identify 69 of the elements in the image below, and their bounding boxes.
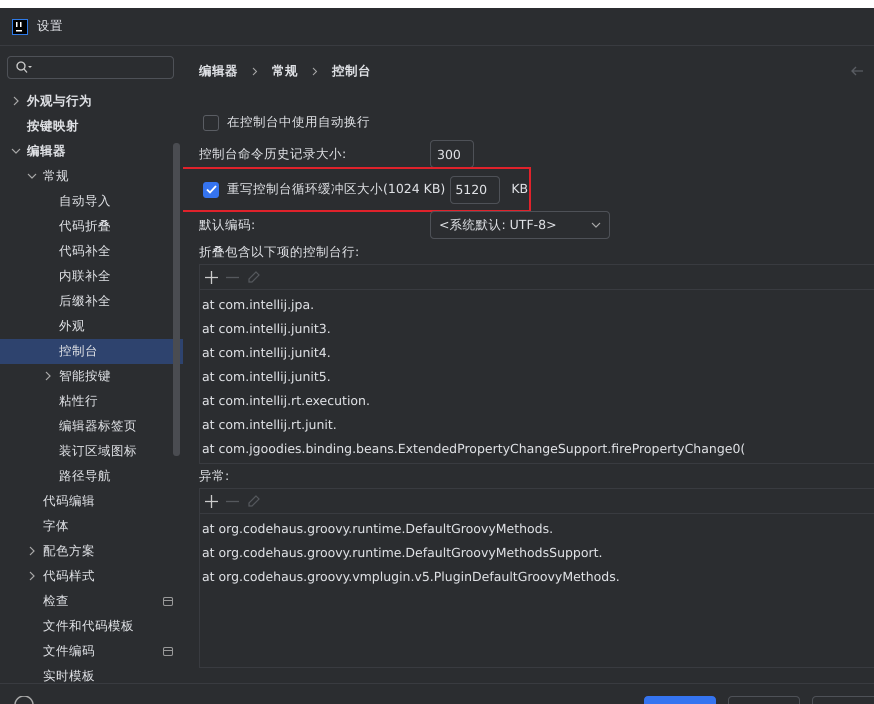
chevron-icon [591, 222, 601, 228]
list-row[interactable]: at org.codehaus.groovy.vmplugin.v5.PluginDefaultGroovyMethods. [200, 565, 874, 589]
list-row[interactable]: at org.codehaus.groovy.runtime.DefaultGroovyMethodsSupport. [200, 541, 874, 565]
edit-icon[interactable] [247, 270, 260, 284]
list-row[interactable]: at com.jgoodies.binding.beans.ExtendedPropertyChangeSupport.firePropertyChange0( [200, 437, 874, 461]
list-row[interactable]: at com.intellij.rt.execution. [200, 389, 874, 413]
list-row[interactable]: at com.intellij.jpa. [200, 293, 874, 317]
tree-item[interactable]: 按键映射 [0, 114, 183, 139]
chevron-icon[interactable] [26, 171, 36, 182]
setting-label: 控制台命令历史记录大小: [199, 144, 348, 163]
checkbox[interactable] [203, 182, 219, 198]
tree-item[interactable]: 代码样式 [0, 564, 183, 589]
breadcrumb-item[interactable]: 常规 [272, 62, 298, 80]
tree-item[interactable]: 检查 [0, 588, 183, 614]
tree-item[interactable]: 代码折叠 [0, 214, 183, 239]
encoding-dropdown[interactable]: <系统默认: UTF-8> [430, 211, 610, 239]
tree-item[interactable]: 字体 [0, 514, 183, 539]
tree-item[interactable]: 实时模板 [0, 664, 183, 683]
number-field[interactable]: 300 [430, 140, 474, 168]
tree-item[interactable]: 外观与行为 [0, 88, 183, 114]
chevron-icon [252, 66, 258, 76]
chevron-icon[interactable] [10, 96, 20, 106]
number-field[interactable]: 5120 [450, 176, 500, 204]
setting-label: 重写控制台循环缓冲区大小(1024 KB) [227, 180, 446, 198]
tree-item[interactable]: 粘性行 [0, 388, 183, 414]
chevron-icon[interactable] [26, 571, 36, 582]
help-icon[interactable] [14, 696, 34, 704]
tree-item[interactable]: 编辑器标签页 [0, 414, 183, 439]
tree-item[interactable]: 控制台 [0, 338, 183, 364]
tree-item[interactable]: 自动导入 [0, 188, 183, 214]
window-title: 设置 [37, 17, 63, 36]
checkbox[interactable] [203, 114, 219, 130]
section-label: 异常: [199, 466, 230, 485]
list-row[interactable]: at org.codehaus.groovy.runtime.DefaultGroovyMethods. [200, 517, 874, 541]
search-icon [16, 61, 32, 74]
list-row[interactable]: at com.intellij.rt.junit. [200, 413, 874, 437]
chevron-icon[interactable] [10, 146, 20, 156]
setting-label: 在控制台中使用自动换行 [227, 113, 370, 132]
tree-item[interactable]: 编辑器 [0, 138, 183, 164]
app-logo-icon [12, 18, 28, 34]
tree-item[interactable]: 后缀补全 [0, 288, 183, 314]
unit-label: KB [511, 180, 528, 198]
tree-item[interactable]: 外观 [0, 314, 183, 339]
list-row[interactable]: at com.intellij.junit5. [200, 365, 874, 389]
tree-item[interactable]: 装订区域图标 [0, 438, 183, 464]
list-row[interactable]: at com.intellij.junit4. [200, 341, 874, 365]
tree-item[interactable]: 路径导航 [0, 464, 183, 489]
breadcrumb-item[interactable]: 控制台 [332, 62, 371, 80]
tree-item[interactable]: 常规 [0, 164, 183, 189]
tree-item[interactable]: 文件编码 [0, 638, 183, 664]
tree-item[interactable]: 内联补全 [0, 264, 183, 289]
chevron-icon [312, 66, 318, 76]
add-icon[interactable] [205, 494, 218, 508]
list-row[interactable]: at com.intellij.junit3. [200, 317, 874, 341]
chevron-icon[interactable] [26, 546, 36, 556]
tree-item[interactable]: 智能按键 [0, 364, 183, 389]
tree-item[interactable]: 文件和代码模板 [0, 614, 183, 639]
tree-item[interactable]: 代码编辑 [0, 488, 183, 514]
add-icon[interactable] [205, 270, 218, 284]
setting-label: 默认编码: [199, 216, 256, 234]
breadcrumb-item[interactable]: 编辑器 [199, 62, 238, 80]
scrollbar[interactable] [173, 143, 180, 456]
tree-item[interactable]: 代码补全 [0, 238, 183, 264]
edit-icon[interactable] [247, 494, 260, 508]
tree-item[interactable]: 配色方案 [0, 538, 183, 564]
search-field[interactable] [7, 56, 174, 79]
chevron-icon[interactable] [42, 371, 52, 382]
section-label: 折叠包含以下项的控制台行: [199, 242, 360, 261]
back-arrow-icon[interactable] [850, 66, 864, 76]
